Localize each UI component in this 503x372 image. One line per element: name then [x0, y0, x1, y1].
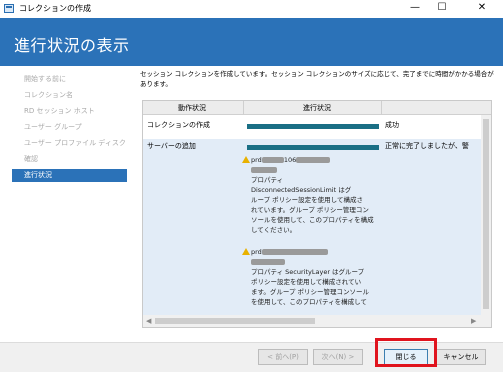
- table-header: 動作状況 進行状況: [143, 101, 491, 115]
- warning-message: prd プロパティ SecurityLayer はグループ ポリシー設定を使用し…: [242, 247, 371, 307]
- warning-text-line: プロパティ: [251, 176, 284, 184]
- action-cell: コレクションの作成: [147, 121, 210, 129]
- warning-text-line: を使用して、このプロパティを構成して: [251, 298, 367, 306]
- column-divider[interactable]: [243, 101, 244, 115]
- cancel-button[interactable]: キャンセル: [436, 349, 486, 365]
- previous-button[interactable]: < 前へ(P): [258, 349, 308, 365]
- step-user-profile-disks: ユーザー プロファイル ディスク: [24, 139, 126, 147]
- server-name-prefix: prd: [251, 248, 262, 256]
- warning-icon: [242, 248, 250, 255]
- warning-server-line: prd: [251, 247, 371, 257]
- warning-text-line: プロパティ SecurityLayer はグループ: [251, 268, 365, 276]
- wizard-steps: 開始する前に コレクション名 RD セッション ホスト ユーザー グループ ユー…: [0, 66, 134, 342]
- warning-icon: [242, 156, 250, 163]
- status-cell: 成功: [385, 121, 399, 129]
- warning-text-line: ます。グループ ポリシー管理コンソール: [251, 288, 370, 296]
- warning-text-line: DisconnectedSessionLimit はグ: [251, 186, 352, 194]
- step-progress: 進行状況: [12, 169, 127, 182]
- warning-text-line: ソールを使用して、このプロパティを構成: [251, 216, 374, 224]
- close-button-highlight: [375, 338, 437, 367]
- page-title: 進行状況の表示: [14, 36, 130, 55]
- progress-description: セッション コレクションを作成しています。セッション コレクションのサイズに応じ…: [140, 70, 494, 88]
- server-name-prefix: prd: [251, 156, 262, 164]
- redacted-text: [261, 249, 328, 255]
- redacted-text: [296, 157, 331, 163]
- step-user-groups: ユーザー グループ: [24, 123, 82, 131]
- title-bar: コレクションの作成 — ☐ ✕: [0, 0, 503, 18]
- next-button[interactable]: 次へ(N) >: [313, 349, 363, 365]
- minimize-button[interactable]: —: [403, 0, 427, 18]
- warning-text-line: してください。: [251, 226, 297, 234]
- status-cell: 正常に完了しましたが、警: [385, 142, 469, 150]
- window-title: コレクションの作成: [19, 4, 91, 13]
- warning-text-line: ポリシー設定を使用して構成されてい: [251, 278, 362, 286]
- app-icon: [4, 4, 14, 13]
- horizontal-scroll-thumb[interactable]: [155, 318, 315, 324]
- close-window-button[interactable]: ✕: [470, 0, 494, 18]
- column-divider[interactable]: [381, 101, 382, 115]
- server-name-part: 106: [283, 156, 297, 164]
- redacted-text: [251, 259, 285, 265]
- horizontal-scrollbar[interactable]: ◀ ▶: [143, 315, 491, 327]
- vertical-scroll-thumb[interactable]: [483, 119, 489, 309]
- maximize-button[interactable]: ☐: [430, 0, 454, 18]
- progress-table[interactable]: 動作状況 進行状況 コレクションの作成 成功 サーバーの追加 正常に完了しました…: [142, 100, 492, 328]
- action-cell: サーバーの追加: [147, 142, 196, 150]
- column-header-progress[interactable]: 進行状況: [303, 103, 331, 113]
- column-header-action[interactable]: 動作状況: [178, 103, 206, 113]
- scroll-left-icon[interactable]: ◀: [146, 317, 151, 325]
- warning-text-line: ループ ポリシー設定を使用して構成さ: [251, 196, 363, 204]
- scroll-right-icon[interactable]: ▶: [471, 317, 476, 325]
- warning-server-line: [251, 165, 371, 175]
- progress-bar: [247, 145, 379, 150]
- warning-message: prd 106 プロパティ DisconnectedSessionLimit はグ…: [242, 155, 374, 235]
- step-confirmation: 確認: [24, 155, 38, 163]
- table-row[interactable]: サーバーの追加 正常に完了しましたが、警 prd 106 プロパティ Discon…: [143, 139, 491, 315]
- step-rd-session-host: RD セッション ホスト: [24, 107, 95, 115]
- warning-server-line: [251, 257, 371, 267]
- redacted-text: [251, 167, 277, 173]
- step-collection-name: コレクション名: [24, 91, 73, 99]
- wizard-header: 進行状況の表示: [0, 18, 503, 66]
- table-row[interactable]: コレクションの作成 成功: [143, 118, 491, 136]
- vertical-scrollbar[interactable]: [481, 115, 491, 315]
- warning-server-line: prd 106: [251, 155, 371, 165]
- warning-text-line: れています。グループ ポリシー管理コン: [251, 206, 369, 214]
- step-before-you-begin: 開始する前に: [24, 75, 66, 83]
- redacted-text: [261, 157, 284, 163]
- progress-bar: [247, 124, 379, 129]
